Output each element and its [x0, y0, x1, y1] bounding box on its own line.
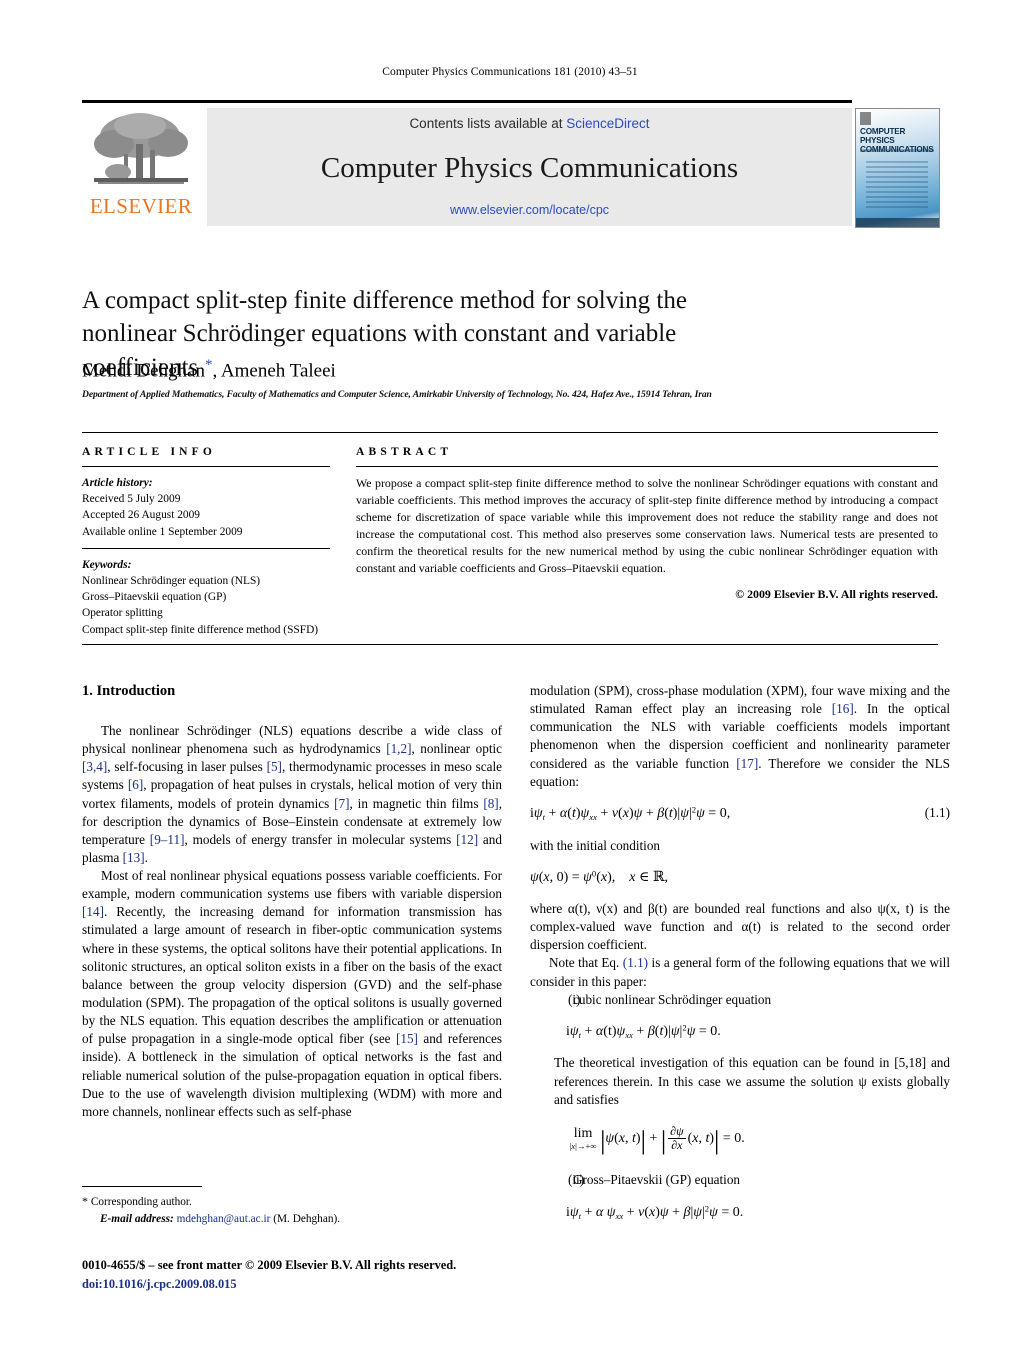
equation-limit-condition: lim |x|→+∞ |ψ(x, t)| + | ∂ψ ∂x (x, t)| = 0.	[569, 1124, 745, 1155]
affiliation: Department of Applied Mathematics, Facul…	[82, 389, 712, 400]
citation-3-4[interactable]: [3,4]	[82, 759, 107, 774]
history-item: Received 5 July 2009	[82, 493, 181, 506]
elsevier-wordmark: ELSEVIER	[89, 194, 193, 218]
history-item: Available online 1 September 2009	[82, 525, 243, 538]
issn-line: 0010-4655/$ – see front matter © 2009 El…	[82, 1258, 457, 1272]
cover-elsevier-icon	[860, 112, 871, 125]
article-info-column: ARTICLE INFO Article history: Received 5…	[82, 446, 330, 638]
keyword-item: Compact split-step finite difference met…	[82, 623, 319, 636]
abstract-rule	[356, 466, 938, 467]
sciencedirect-band: Contents lists available at ScienceDirec…	[207, 108, 852, 226]
elsevier-tree-icon	[94, 113, 188, 184]
citation-1-2[interactable]: [1,2]	[386, 741, 411, 756]
citation-16[interactable]: [16]	[832, 701, 854, 716]
equation-initial-condition: ψ(x, 0) = ψ0(x), x ∈ ℝ,	[530, 868, 668, 885]
citation-6[interactable]: [6]	[128, 777, 143, 792]
keyword-item: Gross–Pitaevskii equation (GP)	[82, 591, 227, 604]
email-line: E-mail address: mdehghan@aut.ac.ir (M. D…	[82, 1211, 512, 1228]
citation-7[interactable]: [7]	[334, 796, 349, 811]
list-item-i-label: (i)	[568, 991, 581, 1007]
abstract-text: We propose a compact split-step finite d…	[356, 476, 938, 576]
corresponding-author-text: Corresponding author.	[90, 1196, 192, 1208]
citation-8[interactable]: [8]	[483, 796, 498, 811]
abstract-column: ABSTRACT We propose a compact split-step…	[356, 446, 938, 602]
equation-1-1: iψt + α(t)ψxx + ν(x)ψ + β(t)|ψ|2ψ = 0, (…	[530, 804, 950, 822]
list-item-ii-label: (ii)	[568, 1172, 585, 1188]
equation-reference-1-1[interactable]: (1.1)	[623, 955, 648, 970]
keyword-item: Operator splitting	[82, 607, 163, 620]
equation-gross-pitaevskii: iψt + α ψxx + ν(x)ψ + β|ψ|2ψ = 0.	[552, 1203, 744, 1221]
citation-14[interactable]: [14]	[82, 904, 104, 919]
list-item-ii: (ii)Gross–Pitaevskii (GP) equation	[530, 1171, 950, 1189]
where-paragraph: where α(t), ν(x) and β(t) are bounded re…	[530, 900, 950, 953]
email-label: E-mail address:	[100, 1212, 174, 1225]
history-item: Accepted 26 August 2009	[82, 509, 200, 522]
note-paragraph: Note that Eq. (1.1) is a general form of…	[530, 954, 950, 990]
note-pre: Note that Eq.	[549, 955, 623, 971]
list-item-i-text: cubic nonlinear Schrödinger equation	[573, 991, 772, 1007]
article-info-rule	[82, 466, 330, 467]
article-info-heading: ARTICLE INFO	[82, 446, 217, 458]
keywords-rule	[82, 547, 330, 549]
email-owner: (M. Dehghan).	[273, 1212, 341, 1225]
list-item-ii-text: Gross–Pitaevskii (GP) equation	[573, 1172, 741, 1188]
intro-paragraph-1: The nonlinear Schrödinger (NLS) equation…	[82, 722, 503, 865]
list-item-i: (i)cubic nonlinear Schrödinger equation	[530, 991, 950, 1009]
article-history-label: Article history:	[82, 477, 153, 489]
journal-masthead: ELSEVIER Contents lists available at Sci…	[82, 100, 940, 228]
equation-1-1-tag: (1.1)	[924, 804, 950, 820]
footnote-block: * Corresponding author. E-mail address: …	[82, 1192, 512, 1228]
intro-paragraph-3: modulation (SPM), cross-phase modulation…	[530, 683, 950, 789]
sciencedirect-link[interactable]: ScienceDirect	[566, 116, 649, 131]
partial-derivative-fraction: ∂ψ ∂x	[668, 1124, 686, 1153]
cover-subtitle-bar	[860, 149, 934, 152]
cover-texture-lines	[866, 161, 928, 211]
citation-17[interactable]: [17]	[736, 756, 758, 771]
section-heading-introduction: 1. Introduction	[82, 683, 176, 699]
keywords-group: Keywords: Nonlinear Schrödinger equation…	[82, 557, 330, 638]
keywords-label: Keywords:	[82, 558, 132, 571]
corresponding-author-note: * Corresponding author.	[82, 1192, 512, 1211]
footnote-rule	[82, 1186, 202, 1187]
contents-prefix: Contents lists available at	[409, 116, 567, 131]
limit-operator: lim |x|→+∞	[569, 1125, 597, 1151]
contents-available-line: Contents lists available at ScienceDirec…	[207, 116, 852, 131]
author-list: Mehdi Dehghan*, Ameneh Taleei	[82, 357, 782, 382]
info-top-rule	[82, 432, 938, 433]
author-rest: , Ameneh Taleei	[212, 360, 336, 382]
journal-title: Computer Physics Communications	[320, 152, 739, 184]
footnote-star-marker: *	[82, 1194, 88, 1208]
keyword-item: Nonlinear Schrödinger equation (NLS)	[82, 574, 261, 587]
intro-paragraph-2: Most of real nonlinear physical equation…	[82, 868, 502, 1119]
masthead-top-rule	[82, 100, 852, 103]
article-history-group: Article history: Received 5 July 2009 Ac…	[82, 475, 330, 540]
body-column-left: 1. Introduction The nonlinear Schrödinge…	[82, 682, 502, 1121]
running-head: Computer Physics Communications 181 (201…	[382, 66, 638, 78]
body-column-right: modulation (SPM), cross-phase modulation…	[530, 682, 950, 1235]
abstract-heading: ABSTRACT	[356, 446, 453, 458]
citation-15[interactable]: [15]	[396, 1031, 418, 1046]
doi-link[interactable]: doi:10.1016/j.cpc.2009.08.015	[82, 1275, 552, 1294]
cover-footer-bar	[856, 218, 939, 227]
item-i-followup: The theoretical investigation of this eq…	[554, 1055, 950, 1107]
email-link[interactable]: mdehghan@aut.ac.ir	[177, 1213, 271, 1225]
citation-13[interactable]: [13]	[123, 850, 145, 865]
journal-url-link[interactable]: www.elsevier.com/locate/cpc	[207, 203, 852, 217]
info-bottom-rule	[82, 644, 938, 645]
abstract-copyright: © 2009 Elsevier B.V. All rights reserved…	[735, 587, 938, 602]
equation-cubic-nls: iψt + α(t)ψxx + β(t)|ψ|2ψ = 0.	[552, 1022, 721, 1040]
journal-cover-thumbnail: COMPUTER PHYSICS COMMUNICATIONS	[855, 108, 940, 228]
citation-9-11[interactable]: [9–11]	[150, 832, 185, 847]
imprint-block: 0010-4655/$ – see front matter © 2009 El…	[82, 1256, 552, 1293]
citation-12[interactable]: [12]	[456, 832, 478, 847]
author-first: Mehdi Dehghan	[82, 360, 205, 382]
citation-5[interactable]: [5]	[267, 759, 282, 774]
elsevier-logo: ELSEVIER	[82, 108, 200, 226]
paper-page: Computer Physics Communications 181 (201…	[0, 0, 1020, 1351]
initial-condition-lead: with the initial condition	[530, 837, 661, 853]
